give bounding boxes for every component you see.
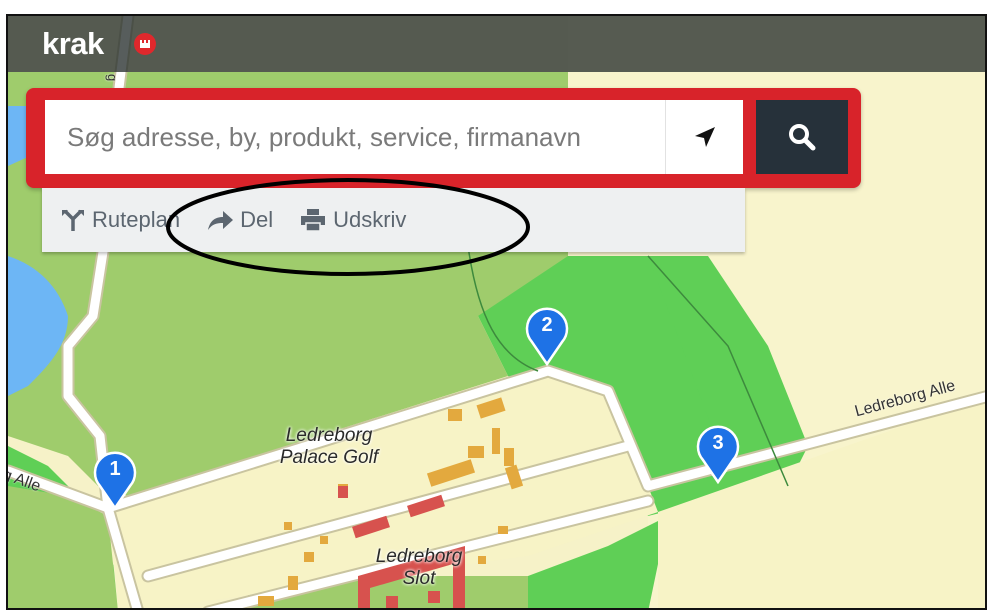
share-arrow-icon: [206, 208, 234, 232]
locate-me-button[interactable]: [665, 100, 743, 174]
share-link[interactable]: Del: [206, 207, 273, 233]
share-label: Del: [240, 207, 274, 232]
route-planner-link[interactable]: Ruteplan: [60, 207, 180, 233]
marker-number: 1: [109, 458, 121, 480]
top-bar: krak: [8, 16, 985, 72]
marker-number: 3: [712, 432, 724, 454]
route-icon: [60, 207, 86, 233]
map-screenshot: Ledreborg Palace Golf Ledreborg Slot Led…: [6, 14, 987, 610]
logo-crown-icon: [134, 33, 156, 55]
print-link[interactable]: Udskriv: [299, 207, 406, 233]
search-bar: [26, 88, 861, 188]
map-label-golf: Ledreborg Palace Golf: [279, 425, 379, 468]
search-button[interactable]: [756, 100, 848, 174]
brand-logo[interactable]: krak: [42, 26, 104, 62]
search-icon: [789, 124, 816, 151]
search-input[interactable]: [45, 100, 665, 174]
print-label: Udskriv: [333, 207, 407, 232]
map-marker-2[interactable]: 2: [524, 306, 570, 366]
road-label-vertical: g: [105, 74, 120, 82]
marker-number: 2: [541, 314, 553, 336]
map-marker-1[interactable]: 1: [92, 450, 138, 510]
route-planner-label: Ruteplan: [92, 207, 181, 232]
location-arrow-icon: [694, 127, 715, 147]
map-marker-3[interactable]: 3: [695, 424, 741, 484]
printer-icon: [299, 207, 327, 233]
map-label-slot: Ledreborg Slot: [375, 546, 463, 589]
map-tools-bar: Ruteplan Del Udskriv: [42, 188, 745, 252]
